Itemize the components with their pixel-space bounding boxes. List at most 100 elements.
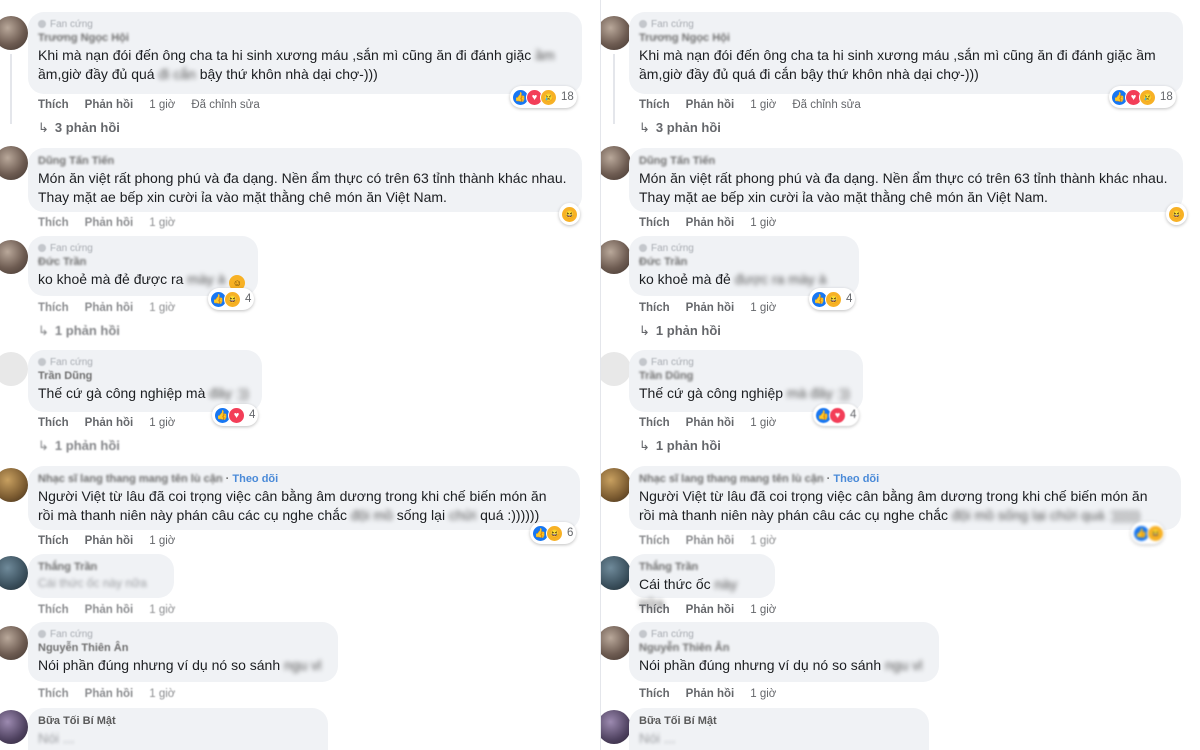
- reaction-summary[interactable]: 👍 😆 4: [809, 288, 856, 310]
- commenter-name[interactable]: Nhạc sĩ lang thang mang tên lù cận · The…: [639, 472, 1169, 487]
- view-replies-button[interactable]: ↳ 3 phản hồi: [639, 119, 721, 137]
- avatar[interactable]: [601, 146, 631, 180]
- reply-button[interactable]: Phản hồi: [85, 688, 134, 700]
- timestamp[interactable]: 1 giờ: [750, 535, 776, 547]
- avatar[interactable]: [0, 146, 28, 180]
- commenter-name[interactable]: Bữa Tối Bí Mật: [38, 714, 316, 729]
- reaction-summary[interactable]: 👍 ♥ 4: [212, 404, 259, 426]
- reply-button[interactable]: Phản hồi: [686, 99, 735, 111]
- commenter-name[interactable]: Trần Dũng: [639, 369, 851, 384]
- reply-button[interactable]: Phản hồi: [686, 535, 735, 547]
- reaction-summary[interactable]: 👍 😆 4: [208, 288, 255, 310]
- commenter-name[interactable]: Trương Ngọc Hội: [38, 31, 570, 46]
- avatar[interactable]: [0, 626, 28, 660]
- commenter-name[interactable]: Thắng Trần: [639, 560, 763, 575]
- commenter-name[interactable]: Trương Ngọc Hội: [639, 31, 1171, 46]
- reaction-summary[interactable]: 👍 ♥ 😢 18: [510, 86, 577, 108]
- like-button[interactable]: Thích: [639, 302, 670, 314]
- comment-bubble: Dũng Tấn Tiến Món ăn việt rất phong phú …: [28, 148, 582, 212]
- like-button[interactable]: Thích: [38, 99, 69, 111]
- view-replies-button[interactable]: ↳ 3 phản hồi: [38, 119, 120, 137]
- timestamp[interactable]: 1 giờ: [750, 99, 776, 111]
- follow-button[interactable]: Theo dõi: [833, 473, 879, 485]
- reply-button[interactable]: Phản hồi: [85, 217, 134, 229]
- reply-button[interactable]: Phản hồi: [686, 302, 735, 314]
- commenter-name[interactable]: Thắng Trần: [38, 560, 162, 575]
- reaction-summary[interactable]: 👍 ♥ 😢 18: [1109, 86, 1176, 108]
- reaction-summary[interactable]: 👍 😆 6: [530, 522, 577, 544]
- like-button[interactable]: Thích: [639, 604, 670, 616]
- commenter-name[interactable]: Đức Trần: [639, 255, 847, 270]
- like-button[interactable]: Thích: [639, 99, 670, 111]
- like-button[interactable]: Thích: [38, 604, 69, 616]
- commenter-name[interactable]: Nguyễn Thiên Ân: [639, 641, 927, 656]
- timestamp[interactable]: 1 giờ: [750, 302, 776, 314]
- avatar[interactable]: [601, 626, 631, 660]
- commenter-name[interactable]: Bữa Tối Bí Mật: [639, 714, 917, 729]
- view-replies-button[interactable]: ↳ 1 phản hồi: [38, 322, 120, 340]
- avatar[interactable]: [601, 16, 631, 50]
- comment-text: Thế cứ gà công nghiệp mà đây :)): [38, 385, 249, 401]
- timestamp[interactable]: 1 giờ: [149, 99, 175, 111]
- avatar[interactable]: [0, 16, 28, 50]
- like-button[interactable]: Thích: [38, 217, 69, 229]
- reply-button[interactable]: Phản hồi: [85, 417, 134, 429]
- like-button[interactable]: Thích: [639, 535, 670, 547]
- avatar[interactable]: [0, 556, 28, 590]
- like-button[interactable]: Thích: [38, 417, 69, 429]
- commenter-name[interactable]: Dũng Tấn Tiến: [38, 154, 570, 169]
- timestamp[interactable]: 1 giờ: [149, 417, 175, 429]
- timestamp[interactable]: 1 giờ: [149, 688, 175, 700]
- reply-button[interactable]: Phản hồi: [686, 217, 735, 229]
- reply-button[interactable]: Phản hồi: [85, 535, 134, 547]
- avatar[interactable]: [0, 352, 28, 386]
- reply-button[interactable]: Phản hồi: [686, 604, 735, 616]
- edited-label: Đã chỉnh sửa: [792, 99, 861, 111]
- timestamp[interactable]: 1 giờ: [149, 604, 175, 616]
- avatar[interactable]: [0, 710, 28, 744]
- comment-text: Nói phần đúng nhưng ví dụ nó so sánh ngu…: [639, 657, 923, 673]
- commenter-name[interactable]: Dũng Tấn Tiến: [639, 154, 1171, 169]
- timestamp[interactable]: 1 giờ: [750, 417, 776, 429]
- avatar[interactable]: [601, 352, 631, 386]
- timestamp[interactable]: 1 giờ: [149, 302, 175, 314]
- comment-actions: Thích Phản hồi 1 giờ: [38, 686, 191, 702]
- reply-button[interactable]: Phản hồi: [686, 688, 735, 700]
- reply-button[interactable]: Phản hồi: [85, 604, 134, 616]
- comment-actions: Thích Phản hồi 1 giờ: [639, 415, 792, 431]
- view-replies-button[interactable]: ↳ 1 phản hồi: [639, 322, 721, 340]
- reaction-summary[interactable]: 😆: [559, 203, 580, 225]
- like-button[interactable]: Thích: [38, 302, 69, 314]
- avatar[interactable]: [601, 240, 631, 274]
- timestamp[interactable]: 1 giờ: [750, 604, 776, 616]
- avatar[interactable]: [601, 710, 631, 744]
- avatar[interactable]: [0, 240, 28, 274]
- avatar[interactable]: [601, 468, 631, 502]
- timestamp[interactable]: 1 giờ: [750, 688, 776, 700]
- reply-button[interactable]: Phản hồi: [85, 99, 134, 111]
- timestamp[interactable]: 1 giờ: [149, 217, 175, 229]
- timestamp[interactable]: 1 giờ: [750, 217, 776, 229]
- view-replies-button[interactable]: ↳ 1 phản hồi: [38, 437, 120, 455]
- timestamp[interactable]: 1 giờ: [149, 535, 175, 547]
- reaction-summary[interactable]: 😆: [1166, 203, 1187, 225]
- view-replies-button[interactable]: ↳ 1 phản hồi: [639, 437, 721, 455]
- avatar[interactable]: [0, 468, 28, 502]
- like-button[interactable]: Thích: [639, 688, 670, 700]
- commenter-name[interactable]: Nguyễn Thiên Ân: [38, 641, 326, 656]
- like-button[interactable]: Thích: [38, 535, 69, 547]
- reaction-summary[interactable]: 👍 😆: [1131, 522, 1164, 544]
- like-button[interactable]: Thích: [38, 688, 69, 700]
- reply-button[interactable]: Phản hồi: [686, 417, 735, 429]
- avatar[interactable]: [601, 556, 631, 590]
- badge-icon: [639, 20, 647, 28]
- commenter-name[interactable]: Đức Trần: [38, 255, 246, 270]
- commenter-name[interactable]: Nhạc sĩ lang thang mang tên lù cận · The…: [38, 472, 568, 487]
- reply-button[interactable]: Phản hồi: [85, 302, 134, 314]
- follow-button[interactable]: Theo dõi: [232, 473, 278, 485]
- reaction-summary[interactable]: 👍 ♥ 4: [813, 404, 860, 426]
- commenter-name[interactable]: Trần Dũng: [38, 369, 250, 384]
- reaction-count: 4: [846, 293, 853, 305]
- like-button[interactable]: Thích: [639, 217, 670, 229]
- like-button[interactable]: Thích: [639, 417, 670, 429]
